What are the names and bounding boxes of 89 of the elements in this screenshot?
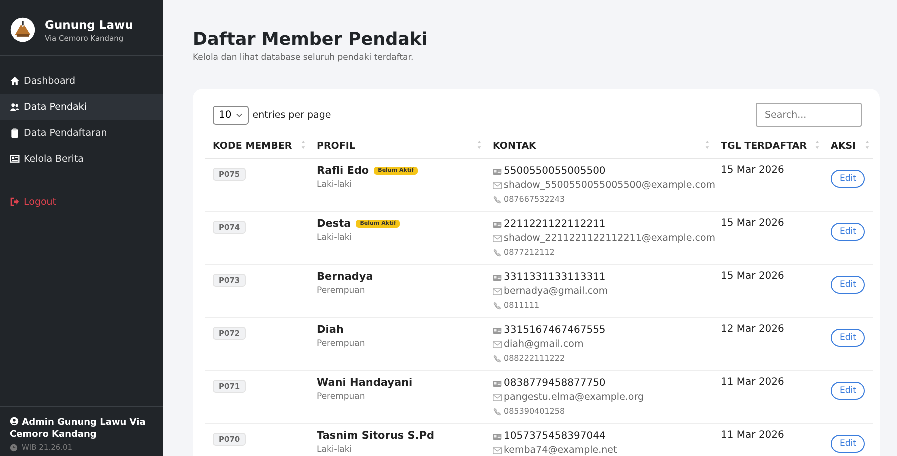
registered-date: 11 Mar 2026 [721, 430, 784, 441]
id-card-icon [493, 274, 502, 282]
mountain-logo-icon [10, 17, 36, 43]
registered-date: 15 Mar 2026 [721, 271, 784, 282]
member-nik: 2211221122112211 [504, 218, 606, 232]
member-nik: 1057375458397044 [504, 430, 606, 444]
member-nik: 5500550055005500 [504, 165, 606, 179]
member-phone: 0811111 [504, 300, 540, 312]
member-phone: 085390401258 [504, 406, 566, 418]
chevron-down-icon [236, 112, 243, 118]
member-phone: 0877212112 [504, 247, 555, 259]
sort-icon [865, 140, 870, 150]
column-header[interactable]: AKSI [823, 135, 873, 158]
sort-icon [301, 140, 306, 150]
id-card-icon [493, 327, 502, 335]
id-card-icon [493, 221, 502, 229]
page-title: Daftar Member Pendaki [193, 30, 429, 50]
envelope-icon [493, 235, 502, 243]
member-gender: Perempuan [317, 286, 366, 296]
home-icon [10, 76, 20, 86]
member-gender: Perempuan [317, 339, 366, 349]
member-email: diah@gmail.com [504, 338, 584, 352]
edit-button[interactable]: Edit [831, 223, 866, 241]
registered-date: 11 Mar 2026 [721, 377, 784, 388]
member-gender: Perempuan [317, 392, 366, 402]
column-header[interactable]: KONTAK [485, 135, 713, 158]
admin-name: Admin Gunung Lawu Via Cemoro Kandang [10, 418, 146, 440]
phone-icon [493, 302, 502, 310]
member-name: Wani Handayani [317, 377, 413, 389]
envelope-icon [493, 288, 502, 296]
envelope-icon [493, 394, 502, 402]
member-email: shadow_5500550055005500@example.com [504, 179, 716, 193]
nav-item[interactable]: Data Pendaki [0, 94, 163, 120]
id-card-icon [493, 433, 502, 441]
registered-date: 12 Mar 2026 [721, 324, 784, 335]
envelope-icon [493, 182, 502, 190]
phone-icon [493, 249, 502, 257]
logout-icon [10, 197, 20, 207]
member-gender: Laki-laki [317, 180, 354, 190]
member-nik: 3311331133113311 [504, 271, 606, 285]
search-field[interactable]: Search... [756, 103, 862, 127]
sort-icon [705, 140, 710, 150]
clock-icon [10, 444, 18, 452]
newspaper-icon [10, 154, 20, 164]
id-card-icon [493, 168, 502, 176]
member-phone: 087667532243 [504, 194, 566, 206]
member-name: Bernadya [317, 271, 374, 283]
nav-item[interactable]: Kelola Berita [0, 146, 163, 172]
phone-icon [493, 355, 502, 363]
member-gender: Laki-laki [317, 445, 354, 455]
member-email: bernadya@gmail.com [504, 285, 608, 299]
member-email: shadow_2211221122112211@example.com [504, 232, 716, 246]
phone-icon [493, 196, 502, 204]
column-header[interactable]: PROFIL [309, 135, 485, 158]
logout-link[interactable]: Logout [0, 189, 163, 215]
member-name: Rafli Edo [317, 165, 370, 177]
edit-button[interactable]: Edit [831, 170, 866, 188]
nav-item[interactable]: Data Pendaftaran [0, 120, 163, 146]
brand-title: Gunung Lawu [45, 18, 134, 32]
member-name: Tasnim Sitorus S.Pd [317, 430, 435, 442]
member-phone: 088222111222 [504, 353, 566, 365]
page-size-label: entries per page [252, 110, 332, 120]
user-icon [10, 417, 19, 426]
phone-icon [493, 408, 502, 416]
page-subtitle: Kelola dan lihat database seluruh pendaki terdaftar. [193, 53, 415, 63]
member-email: pangestu.elma@example.org [504, 391, 644, 405]
column-header[interactable]: KODE MEMBER [205, 135, 309, 158]
edit-button[interactable]: Edit [831, 435, 866, 453]
registered-date: 15 Mar 2026 [721, 218, 784, 229]
id-card-icon [493, 380, 502, 388]
page-size-select[interactable]: 10 [213, 106, 249, 124]
clipboard-icon [10, 128, 20, 138]
member-gender: Laki-laki [317, 233, 354, 243]
nav-item[interactable]: Dashboard [0, 68, 163, 94]
envelope-icon [493, 447, 502, 455]
column-header[interactable]: TGL TERDAFTAR [713, 135, 823, 158]
member-nik: 0838779458877750 [504, 377, 606, 391]
users-icon [10, 102, 20, 112]
sort-icon [815, 140, 820, 150]
edit-button[interactable]: Edit [831, 329, 866, 347]
member-name: Diah [317, 324, 344, 336]
member-nik: 3315167467467555 [504, 324, 606, 338]
edit-button[interactable]: Edit [831, 382, 866, 400]
sort-icon [477, 140, 482, 150]
edit-button[interactable]: Edit [831, 276, 866, 294]
member-email: kemba74@example.net [504, 444, 618, 456]
member-name: Desta [317, 218, 352, 230]
registered-date: 15 Mar 2026 [721, 165, 784, 176]
envelope-icon [493, 341, 502, 349]
